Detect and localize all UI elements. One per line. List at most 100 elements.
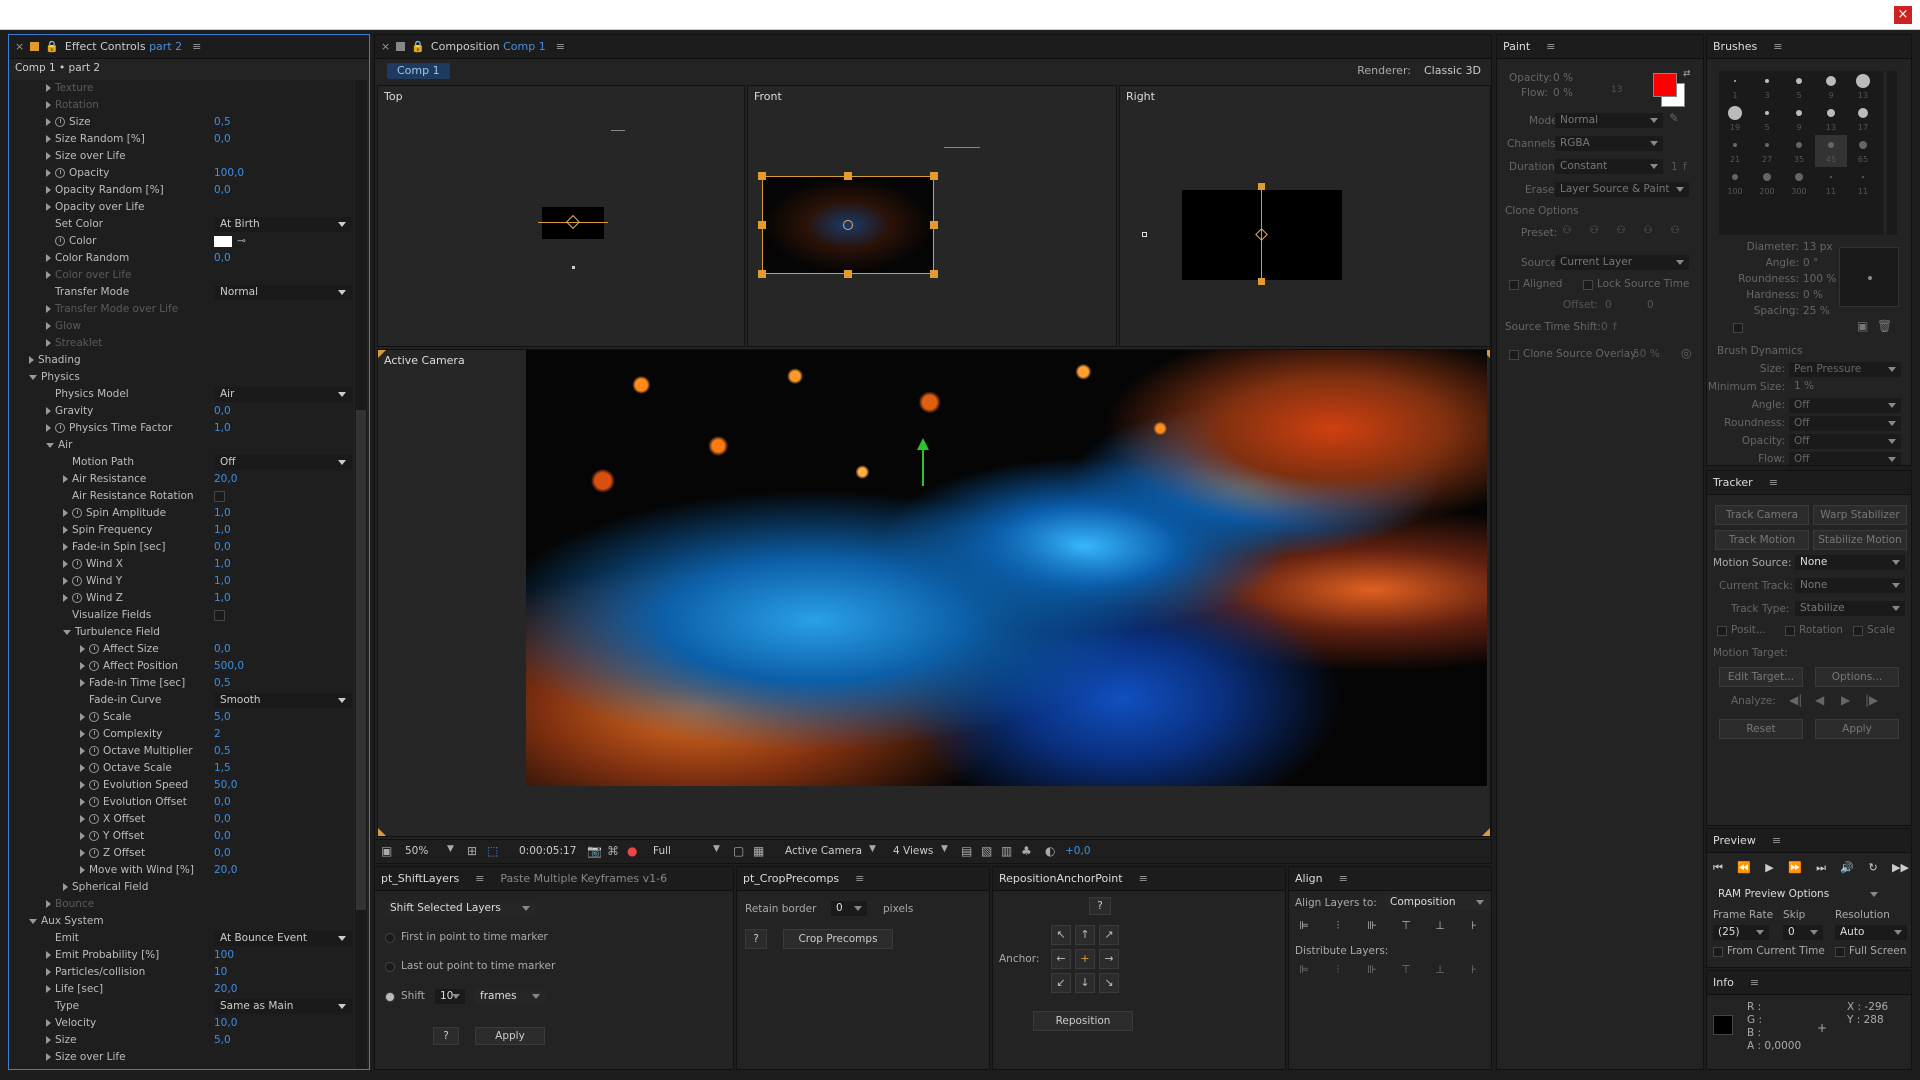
tab-preview[interactable]: Preview [1713,834,1756,847]
disclosure-closed-icon[interactable] [80,764,85,772]
panel-menu-icon[interactable]: ≡ [1139,872,1148,885]
lock-icon[interactable] [30,42,40,51]
tab-brushes[interactable]: Brushes [1713,40,1757,53]
disclosure-closed-icon[interactable] [80,866,85,874]
tab-shiftlayers[interactable]: pt_ShiftLayers [381,872,459,885]
property-row[interactable]: Streaklet [9,335,354,352]
disclosure-closed-icon[interactable] [46,1019,51,1027]
disclosure-open-icon[interactable] [29,374,37,380]
brush-tip[interactable]: 1 [1719,71,1751,103]
tab-effect-controls[interactable]: Effect Controls part 2 [65,40,182,53]
brush-tip[interactable]: 13 [1847,71,1879,103]
disclosure-closed-icon[interactable] [80,832,85,840]
stopwatch-icon[interactable] [55,236,65,246]
full-screen-checkbox[interactable] [1835,947,1845,957]
tab-info[interactable]: Info [1713,976,1734,989]
fast-preview-icon[interactable]: ▧ [981,844,992,858]
stopwatch-icon[interactable] [89,644,99,654]
disclosure-closed-icon[interactable] [80,713,85,721]
panel-menu-icon[interactable]: ≡ [192,40,201,53]
toggle-pixel-icon[interactable]: ▤ [961,844,972,858]
help-button[interactable]: ? [1089,897,1111,915]
property-row[interactable]: Size over Life [9,148,354,165]
brush-tip[interactable]: 11 [1815,167,1847,199]
align-button[interactable]: ⊦ [1465,919,1483,935]
property-row[interactable]: Size Random [%] 0,0 [9,131,354,148]
swap-colors-icon[interactable]: ⇄ [1683,69,1691,79]
anchor-position-button[interactable]: ↘ [1099,973,1119,993]
property-dropdown[interactable]: At Birth [214,217,352,232]
timeline-icon[interactable]: ▥ [1001,844,1012,858]
property-value[interactable]: 50,0 [214,777,237,794]
close-tab-icon[interactable]: × [15,40,24,53]
particle-render-image[interactable] [526,350,1487,786]
previous-frame-icon[interactable]: ⏪ [1737,861,1751,877]
brush-dynamics-dropdown[interactable]: Pen Pressure [1789,362,1901,377]
anchor-position-button[interactable]: ↗ [1099,925,1119,945]
property-row[interactable]: Opacity 100,0 [9,165,354,182]
clone-overlay-checkbox[interactable] [1509,350,1519,360]
clone-preset-icon[interactable]: ⚇ [1640,225,1656,239]
scrollbar-thumb[interactable] [356,410,366,910]
property-dropdown[interactable]: Normal [214,285,352,300]
property-row[interactable]: Motion Path Off [9,454,354,471]
chevron-down-icon[interactable]: ▼ [941,844,948,854]
property-row[interactable]: Color ⊸ [9,233,354,250]
property-value[interactable]: 0,0 [214,794,231,811]
retain-border-input[interactable]: 0 [831,901,867,916]
property-value[interactable]: 1,0 [214,522,231,539]
property-row[interactable]: Opacity Random [%] 0,0 [9,182,354,199]
property-value[interactable]: 2 [214,726,221,743]
brush-tip[interactable]: 45 [1815,135,1847,167]
disclosure-closed-icon[interactable] [80,662,85,670]
distribute-button[interactable]: ⊪ [1363,963,1381,979]
property-row[interactable]: Y Offset 0,0 [9,828,354,845]
disclosure-closed-icon[interactable] [46,968,51,976]
ram-preview-options-dropdown[interactable]: RAM Preview Options [1713,887,1883,902]
property-row[interactable]: Physics Model Air [9,386,354,403]
property-row[interactable]: Move with Wind [%] 20,0 [9,862,354,879]
audio-icon[interactable]: 🔊 [1840,861,1854,877]
panel-menu-icon[interactable]: ≡ [1339,872,1348,885]
disclosure-closed-icon[interactable] [46,985,51,993]
brush-diameter-value[interactable]: 13 px [1803,241,1833,253]
property-row[interactable]: Velocity 10,0 [9,1015,354,1032]
panel-menu-icon[interactable]: ≡ [1750,976,1759,989]
eyedropper-icon[interactable]: ⊸ [237,233,246,250]
handle[interactable] [758,221,766,229]
property-row[interactable]: Z Offset 0,0 [9,845,354,862]
property-value[interactable]: 0,0 [214,250,231,267]
close-icon[interactable]: × [1894,6,1912,24]
property-value[interactable]: 0,0 [214,131,231,148]
stopwatch-icon[interactable] [89,746,99,756]
property-row[interactable]: Air Resistance Rotation [9,488,354,505]
panel-menu-icon[interactable]: ≡ [475,872,484,885]
disclosure-closed-icon[interactable] [46,951,51,959]
analyze-forward-1-icon[interactable]: |▶ [1865,693,1878,707]
shift-radio[interactable] [385,992,395,1002]
disclosure-closed-icon[interactable] [63,509,68,517]
property-checkbox[interactable] [214,491,225,502]
anchor-point-icon[interactable] [843,220,853,230]
stopwatch-icon[interactable] [89,729,99,739]
property-row[interactable]: Octave Scale 1,5 [9,760,354,777]
property-value[interactable]: 1,0 [214,420,231,437]
delete-brush-icon[interactable]: 🗑 [1877,319,1892,333]
help-button[interactable]: ? [745,929,767,949]
stopwatch-icon[interactable] [72,576,82,586]
disclosure-open-icon[interactable] [29,918,37,924]
property-row[interactable]: Evolution Offset 0,0 [9,794,354,811]
last-out-point-radio[interactable] [385,962,395,972]
brush-tip[interactable]: 200 [1751,167,1783,199]
scrollbar[interactable] [355,80,367,1069]
disclosure-closed-icon[interactable] [46,84,51,92]
analyze-backward-icon[interactable]: ◀ [1815,693,1824,707]
lock-icon[interactable] [396,42,406,51]
stopwatch-icon[interactable] [72,508,82,518]
property-row[interactable]: Spherical Field [9,879,354,896]
handle[interactable] [1258,183,1265,190]
property-row[interactable]: Turbulence Field [9,624,354,641]
property-row[interactable]: Color over Life [9,267,354,284]
disclosure-closed-icon[interactable] [80,679,85,687]
property-value[interactable]: 100 [214,947,234,964]
